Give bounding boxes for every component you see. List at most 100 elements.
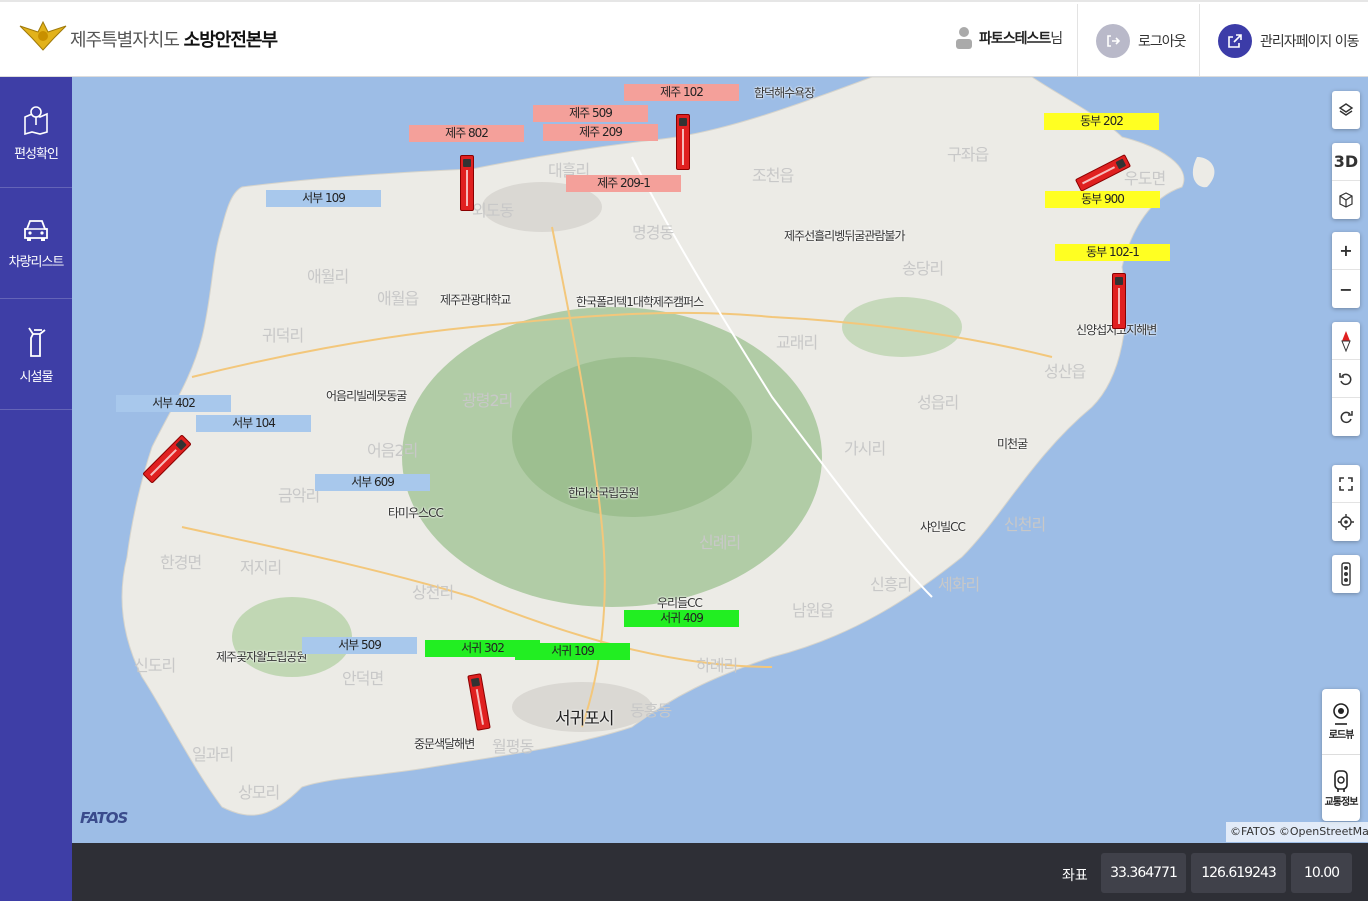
place-label: 신천리 — [1004, 515, 1046, 534]
fullscreen-button[interactable] — [1332, 465, 1360, 503]
traffic-info-icon — [1334, 769, 1348, 792]
3d-button[interactable]: 3D — [1332, 143, 1360, 181]
header: 제주특별자치도 소방안전본부 파토스테스트 님 로그아웃 관리자페이지 이동 — [0, 0, 1368, 77]
cube-icon — [1339, 192, 1353, 208]
traffic-info-button[interactable]: 교통정보 — [1322, 755, 1360, 821]
admin-page-label: 관리자페이지 이동 — [1260, 34, 1359, 50]
place-label: 한국폴리텍1대학제주캠퍼스 — [576, 295, 704, 309]
place-label: 귀덕리 — [262, 326, 304, 345]
zoom-in-button[interactable]: + — [1332, 232, 1360, 270]
coordinate-label: 좌표 — [1062, 868, 1088, 884]
place-label: 교래리 — [776, 333, 818, 352]
user-info: 파토스테스트 님 — [955, 26, 1063, 50]
place-label: 세화리 — [938, 575, 980, 594]
fatos-logo: FATOS — [80, 809, 128, 827]
longitude-value: 126.619243 — [1191, 853, 1286, 893]
rotate-left-icon — [1339, 372, 1352, 385]
compass-button[interactable] — [1332, 322, 1360, 360]
traffic-info-label: 교통정보 — [1324, 796, 1359, 808]
place-label: 제주관광대학교 — [440, 293, 511, 307]
view-mode-control: 3D — [1332, 143, 1360, 219]
place-label: 우도면 — [1124, 169, 1166, 188]
my-location-button[interactable] — [1332, 503, 1360, 541]
place-label: 중문색달해변 — [414, 737, 475, 751]
building-view-button[interactable] — [1332, 181, 1360, 219]
sidebar-item-vehicle-list[interactable]: 차량리스트 — [0, 188, 72, 299]
place-label: 신흥리 — [870, 575, 912, 594]
place-label: 애월리 — [307, 267, 349, 286]
position-control — [1332, 465, 1360, 541]
hydrant-icon — [28, 327, 46, 357]
place-label: 구좌읍 — [947, 145, 989, 164]
place-label: 송당리 — [902, 259, 944, 278]
logout-icon — [1096, 24, 1130, 58]
place-label: 상천리 — [412, 583, 454, 602]
logout-label: 로그아웃 — [1138, 34, 1187, 50]
rotate-right-button[interactable] — [1332, 398, 1360, 436]
admin-page-button[interactable]: 관리자페이지 이동 — [1218, 19, 1359, 63]
layers-icon — [1338, 103, 1354, 116]
vehicle-label[interactable]: 동부 900 — [1045, 191, 1160, 208]
traffic-light-control — [1332, 555, 1360, 593]
place-label: 저지리 — [240, 558, 282, 577]
vehicle-label[interactable]: 제주 802 — [409, 125, 524, 142]
place-label: 일과리 — [192, 745, 234, 764]
user-icon — [956, 27, 972, 49]
roadview-label: 로드뷰 — [1328, 730, 1355, 741]
fire-truck-marker[interactable] — [460, 155, 474, 211]
sidebar-item-label: 시설물 — [19, 369, 54, 385]
place-label: 동홍동 — [630, 701, 672, 720]
org-name: 소방안전본부 — [183, 30, 278, 51]
place-label: 애월읍 — [377, 289, 419, 308]
place-label: 한라산국립공원 — [568, 486, 639, 500]
place-label: 타미우스CC — [388, 506, 444, 520]
map-view[interactable]: 함덕해수욕장 조천읍 구좌읍 우도면 제주선흘리벵뒤굴관람불가 송당리 제주관광… — [72, 77, 1368, 843]
vehicle-label[interactable]: 제주 209 — [543, 124, 658, 141]
vehicle-label[interactable]: 제주 509 — [533, 105, 648, 122]
layers-button[interactable] — [1332, 91, 1360, 129]
traffic-light-button[interactable] — [1332, 555, 1360, 593]
vehicle-label[interactable]: 제주 102 — [624, 84, 739, 101]
vehicle-label[interactable]: 서부 509 — [302, 637, 417, 654]
fire-truck-marker[interactable] — [676, 114, 690, 170]
user-name: 파토스테스트 — [979, 31, 1051, 47]
place-label: 제주선흘리벵뒤굴관람불가 — [784, 229, 905, 243]
vehicle-label[interactable]: 서부 609 — [315, 474, 430, 491]
vehicle-label[interactable]: 동부 202 — [1044, 113, 1159, 130]
vehicle-label[interactable]: 서귀 109 — [515, 643, 630, 660]
latitude-value: 33.364771 — [1101, 853, 1186, 893]
logout-button[interactable]: 로그아웃 — [1096, 19, 1187, 63]
place-label: 남원읍 — [792, 601, 834, 620]
place-label: 한경면 — [160, 553, 202, 572]
place-label: 명경동 — [632, 223, 674, 242]
vehicle-label[interactable]: 서부 109 — [266, 190, 381, 207]
map-tools: 로드뷰 교통정보 — [1322, 689, 1360, 821]
place-label: 광령2리 — [462, 391, 513, 410]
org-prefix: 제주특별자치도 — [70, 30, 180, 51]
vehicle-label[interactable]: 서부 104 — [196, 415, 311, 432]
place-label: 미천굴 — [997, 437, 1028, 451]
vehicle-label[interactable]: 동부 102-1 — [1055, 244, 1170, 261]
place-label: 하례리 — [696, 656, 738, 675]
roadview-button[interactable]: 로드뷰 — [1322, 689, 1360, 755]
place-label: 신례리 — [699, 533, 741, 552]
zoom-out-button[interactable]: − — [1332, 270, 1360, 308]
crosshair-icon — [1338, 514, 1354, 530]
place-label: 제주곶자왈도립공원 — [216, 650, 307, 664]
place-label: 금악리 — [278, 486, 320, 505]
car-icon — [24, 219, 48, 241]
external-link-icon — [1218, 24, 1252, 58]
vehicle-label[interactable]: 서귀 409 — [624, 610, 739, 627]
sidebar-item-facilities[interactable]: 시설물 — [0, 299, 72, 410]
vehicle-label[interactable]: 서부 402 — [116, 395, 231, 412]
rotate-left-button[interactable] — [1332, 360, 1360, 398]
fire-truck-marker[interactable] — [1112, 273, 1126, 329]
sidebar-item-formation[interactable]: 편성확인 — [0, 77, 72, 188]
fire-emblem-logo — [19, 20, 67, 51]
sidebar: 편성확인 차량리스트 시설물 — [0, 77, 72, 901]
rotation-control — [1332, 322, 1360, 436]
vehicle-label[interactable]: 제주 209-1 — [566, 175, 681, 192]
layer-control — [1332, 91, 1360, 129]
place-label: 월평동 — [492, 737, 534, 756]
user-suffix: 님 — [1050, 31, 1063, 47]
